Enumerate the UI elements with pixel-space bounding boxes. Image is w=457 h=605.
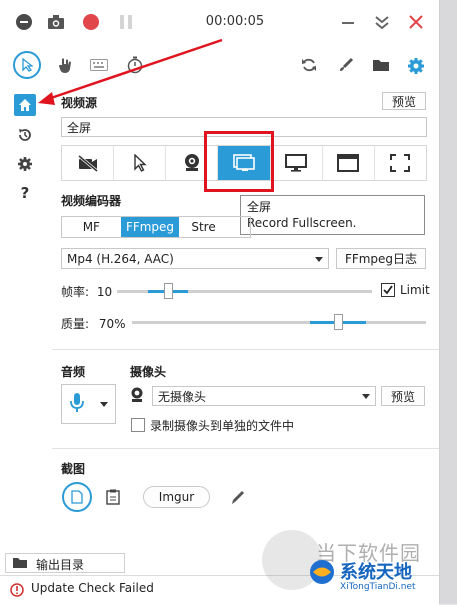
desktop-background	[440, 0, 457, 604]
watermark-brand: 系统天地	[340, 562, 412, 583]
watermark: 当下软件园 系统天地 XiTongTianDi.net	[262, 525, 447, 597]
watermark-url: XiTongTianDi.net	[340, 582, 416, 592]
annotation-arrow	[38, 38, 223, 105]
